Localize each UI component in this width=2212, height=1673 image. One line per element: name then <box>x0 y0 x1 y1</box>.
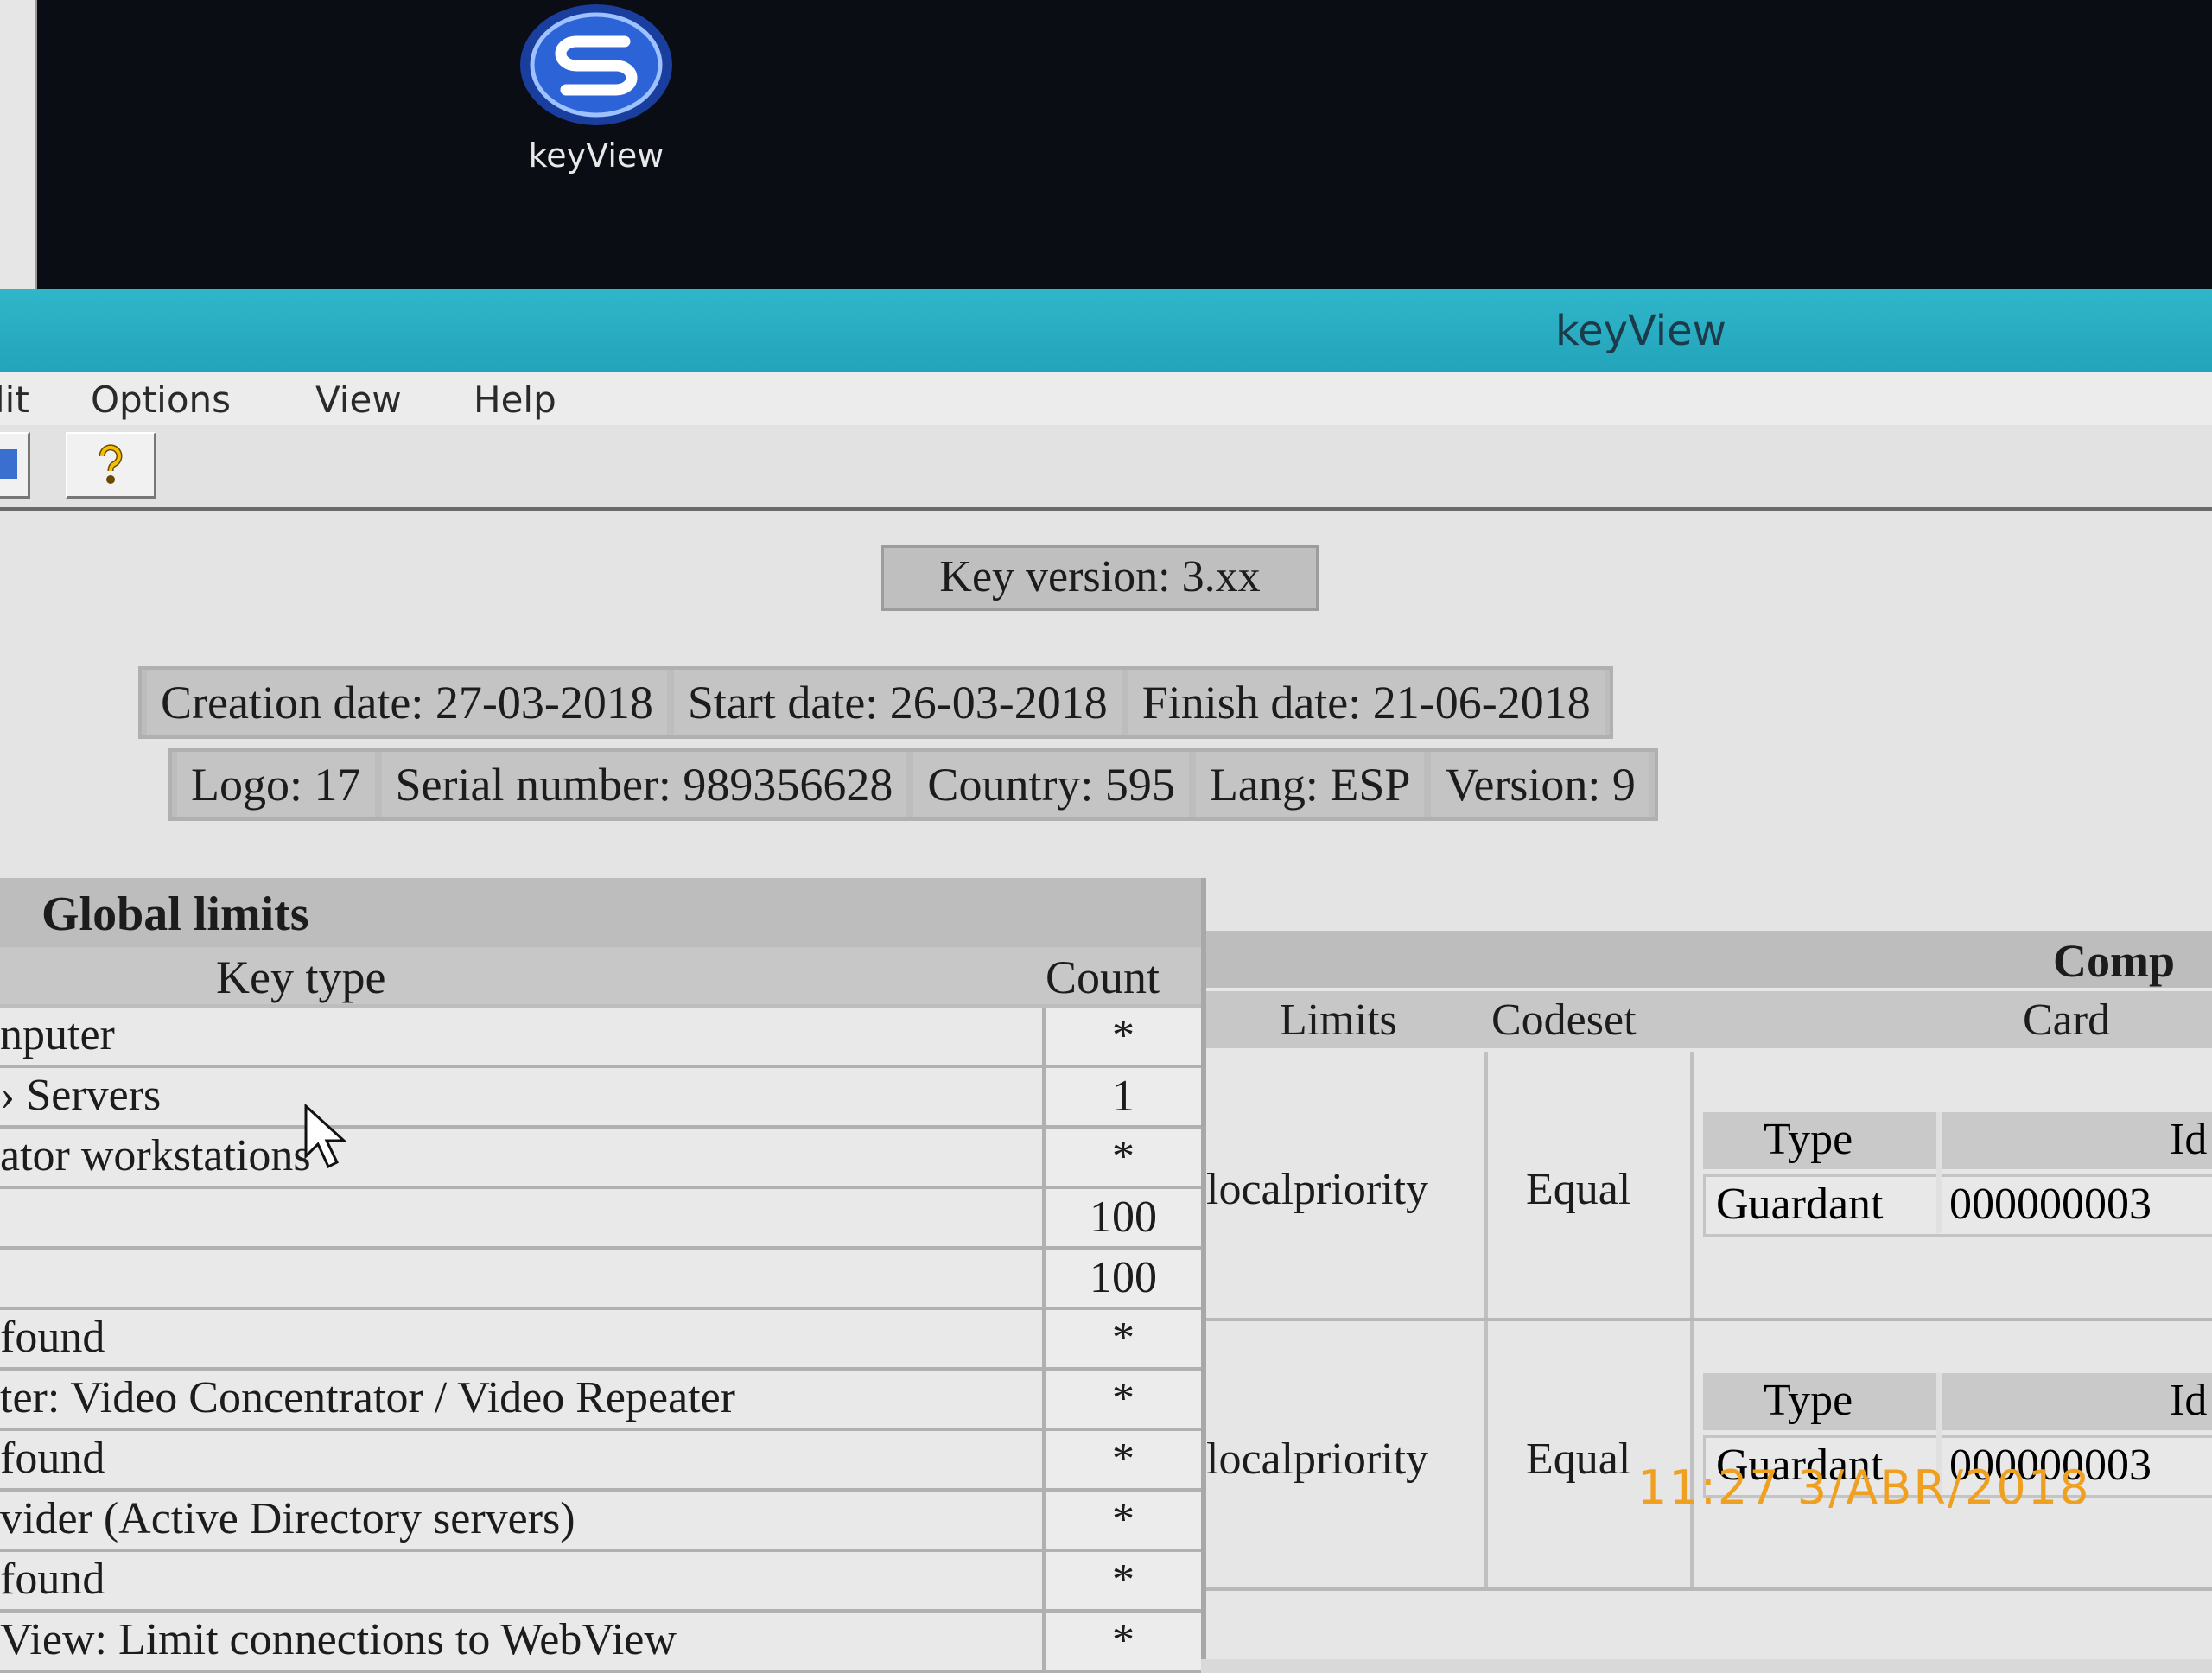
card-type-header: Type <box>1764 1376 1853 1425</box>
country-value: Country: 595 <box>913 752 1189 817</box>
table-row: ter: Video Concentrator / Video Repeater… <box>0 1371 1201 1431</box>
key-type-name: › Servers <box>0 1071 162 1120</box>
column-header-card: Card <box>2023 996 2111 1045</box>
key-type-name: ter: Video Concentrator / Video Repeater <box>0 1373 735 1422</box>
components-header-band: Comp <box>1206 931 2212 988</box>
key-type-name: ator workstations <box>0 1131 311 1180</box>
column-divider <box>1690 1321 1694 1587</box>
toolbar <box>0 425 2212 511</box>
menu-options[interactable]: Options <box>91 378 231 421</box>
components-title: Comp <box>2053 935 2176 987</box>
mouse-cursor-icon <box>304 1104 347 1169</box>
key-count: * <box>1042 1552 1201 1609</box>
key-count: 100 <box>1042 1250 1201 1307</box>
key-count: 100 <box>1042 1189 1201 1246</box>
table-row: nputer * <box>0 1008 1201 1068</box>
menu-help[interactable]: Help <box>474 378 556 421</box>
lang-value: Lang: ESP <box>1195 752 1425 817</box>
logo-value: Logo: 17 <box>177 752 375 817</box>
table-row: 100 <box>0 1189 1201 1250</box>
key-type-name: found <box>0 1313 105 1362</box>
table-row: found * <box>0 1310 1201 1371</box>
key-type-name: vider (Active Directory servers) <box>0 1494 575 1543</box>
photo-timestamp: 11:27 3/ABR/2018 <box>1637 1460 2091 1515</box>
key-count: * <box>1042 1371 1201 1428</box>
global-limits-rows: nputer * › Servers 1 ator workstations * 10… <box>0 1008 1201 1673</box>
card-table-header: Type Id <box>1703 1373 2212 1430</box>
table-row: View: Limit connections to WebView * <box>0 1613 1201 1673</box>
serial-number: Serial number: 989356628 <box>381 752 907 817</box>
window-titlebar[interactable]: keyView <box>0 289 2212 372</box>
toolbar-open-button[interactable] <box>0 432 30 499</box>
background-window-edge <box>0 0 37 289</box>
card-type-header: Type <box>1764 1115 1853 1164</box>
component-block: localpriority Equal Type Id Guardant 000… <box>1206 1321 2212 1591</box>
keyview-logo-icon <box>514 0 678 130</box>
key-type-name: found <box>0 1434 105 1483</box>
component-limits: localpriority <box>1206 1165 1429 1214</box>
card-id-header: Id <box>2170 1115 2208 1164</box>
version-value: Version: 9 <box>1431 752 1649 817</box>
global-limits-title: Global limits <box>41 887 309 941</box>
global-limits-header: Key type Count <box>0 947 1201 1004</box>
desktop-shortcut-label: keyView <box>528 137 664 175</box>
window-title: keyView <box>1555 307 1726 355</box>
dates-row: Creation date: 27-03-2018 Start date: 26… <box>138 666 1613 739</box>
key-count: * <box>1042 1008 1201 1065</box>
column-header-count: Count <box>1046 951 1160 1003</box>
components-panel: Comp Limits Codeset Card localpriority E… <box>1206 931 2212 1659</box>
key-count: * <box>1042 1613 1201 1670</box>
column-header-codeset: Codeset <box>1491 996 1637 1045</box>
card-row: Guardant 000000003 <box>1703 1174 2212 1237</box>
key-count: * <box>1042 1310 1201 1367</box>
global-limits-panel: Global limits Key type Count nputer * › S… <box>0 878 1206 1673</box>
desktop-shortcut-keyview[interactable]: keyView <box>505 0 687 175</box>
table-row: › Servers 1 <box>0 1068 1201 1129</box>
table-row: 100 <box>0 1250 1201 1310</box>
desktop: keyView <box>0 0 2212 289</box>
column-header-key-type: Key type <box>216 951 386 1003</box>
card-column-divider <box>1936 1112 1942 1233</box>
card-id: 000000003 <box>1949 1180 2152 1229</box>
key-details-row: Logo: 17 Serial number: 989356628 Countr… <box>168 748 1658 821</box>
key-type-name: nputer <box>0 1010 115 1059</box>
table-row: found * <box>0 1431 1201 1492</box>
toolbar-help-button[interactable] <box>66 432 156 499</box>
menu-bar: lit Options View Help <box>0 372 2212 427</box>
card-id-header: Id <box>2170 1376 2208 1425</box>
component-block: localpriority Equal Type Id Guardant 000… <box>1206 1052 2212 1321</box>
menu-edit[interactable]: lit <box>0 378 29 421</box>
table-row: found * <box>0 1552 1201 1613</box>
table-row: ator workstations * <box>0 1129 1201 1189</box>
help-icon <box>99 444 123 484</box>
component-limits: localpriority <box>1206 1434 1429 1484</box>
column-divider <box>1484 1052 1488 1318</box>
card-type: Guardant <box>1716 1180 1884 1229</box>
column-header-limits: Limits <box>1280 996 1397 1045</box>
components-column-headers: Limits Codeset Card <box>1206 991 2212 1048</box>
key-count: * <box>1042 1129 1201 1186</box>
key-type-name: found <box>0 1555 105 1604</box>
key-count: * <box>1042 1431 1201 1488</box>
column-divider <box>1690 1052 1694 1318</box>
menu-view[interactable]: View <box>315 378 402 421</box>
key-count: 1 <box>1042 1068 1201 1125</box>
table-row: vider (Active Directory servers) * <box>0 1492 1201 1552</box>
component-codeset: Equal <box>1526 1434 1631 1484</box>
finish-date: Finish date: 21-06-2018 <box>1128 670 1605 735</box>
key-version-label: Key version: 3.xx <box>881 545 1319 611</box>
open-icon <box>0 449 17 479</box>
key-count: * <box>1042 1492 1201 1549</box>
component-codeset: Equal <box>1526 1165 1631 1214</box>
card-table-header: Type Id <box>1703 1112 2212 1169</box>
column-divider <box>1484 1321 1488 1587</box>
key-type-name: View: Limit connections to WebView <box>0 1615 677 1664</box>
start-date: Start date: 26-03-2018 <box>673 670 1122 735</box>
creation-date: Creation date: 27-03-2018 <box>147 670 667 735</box>
